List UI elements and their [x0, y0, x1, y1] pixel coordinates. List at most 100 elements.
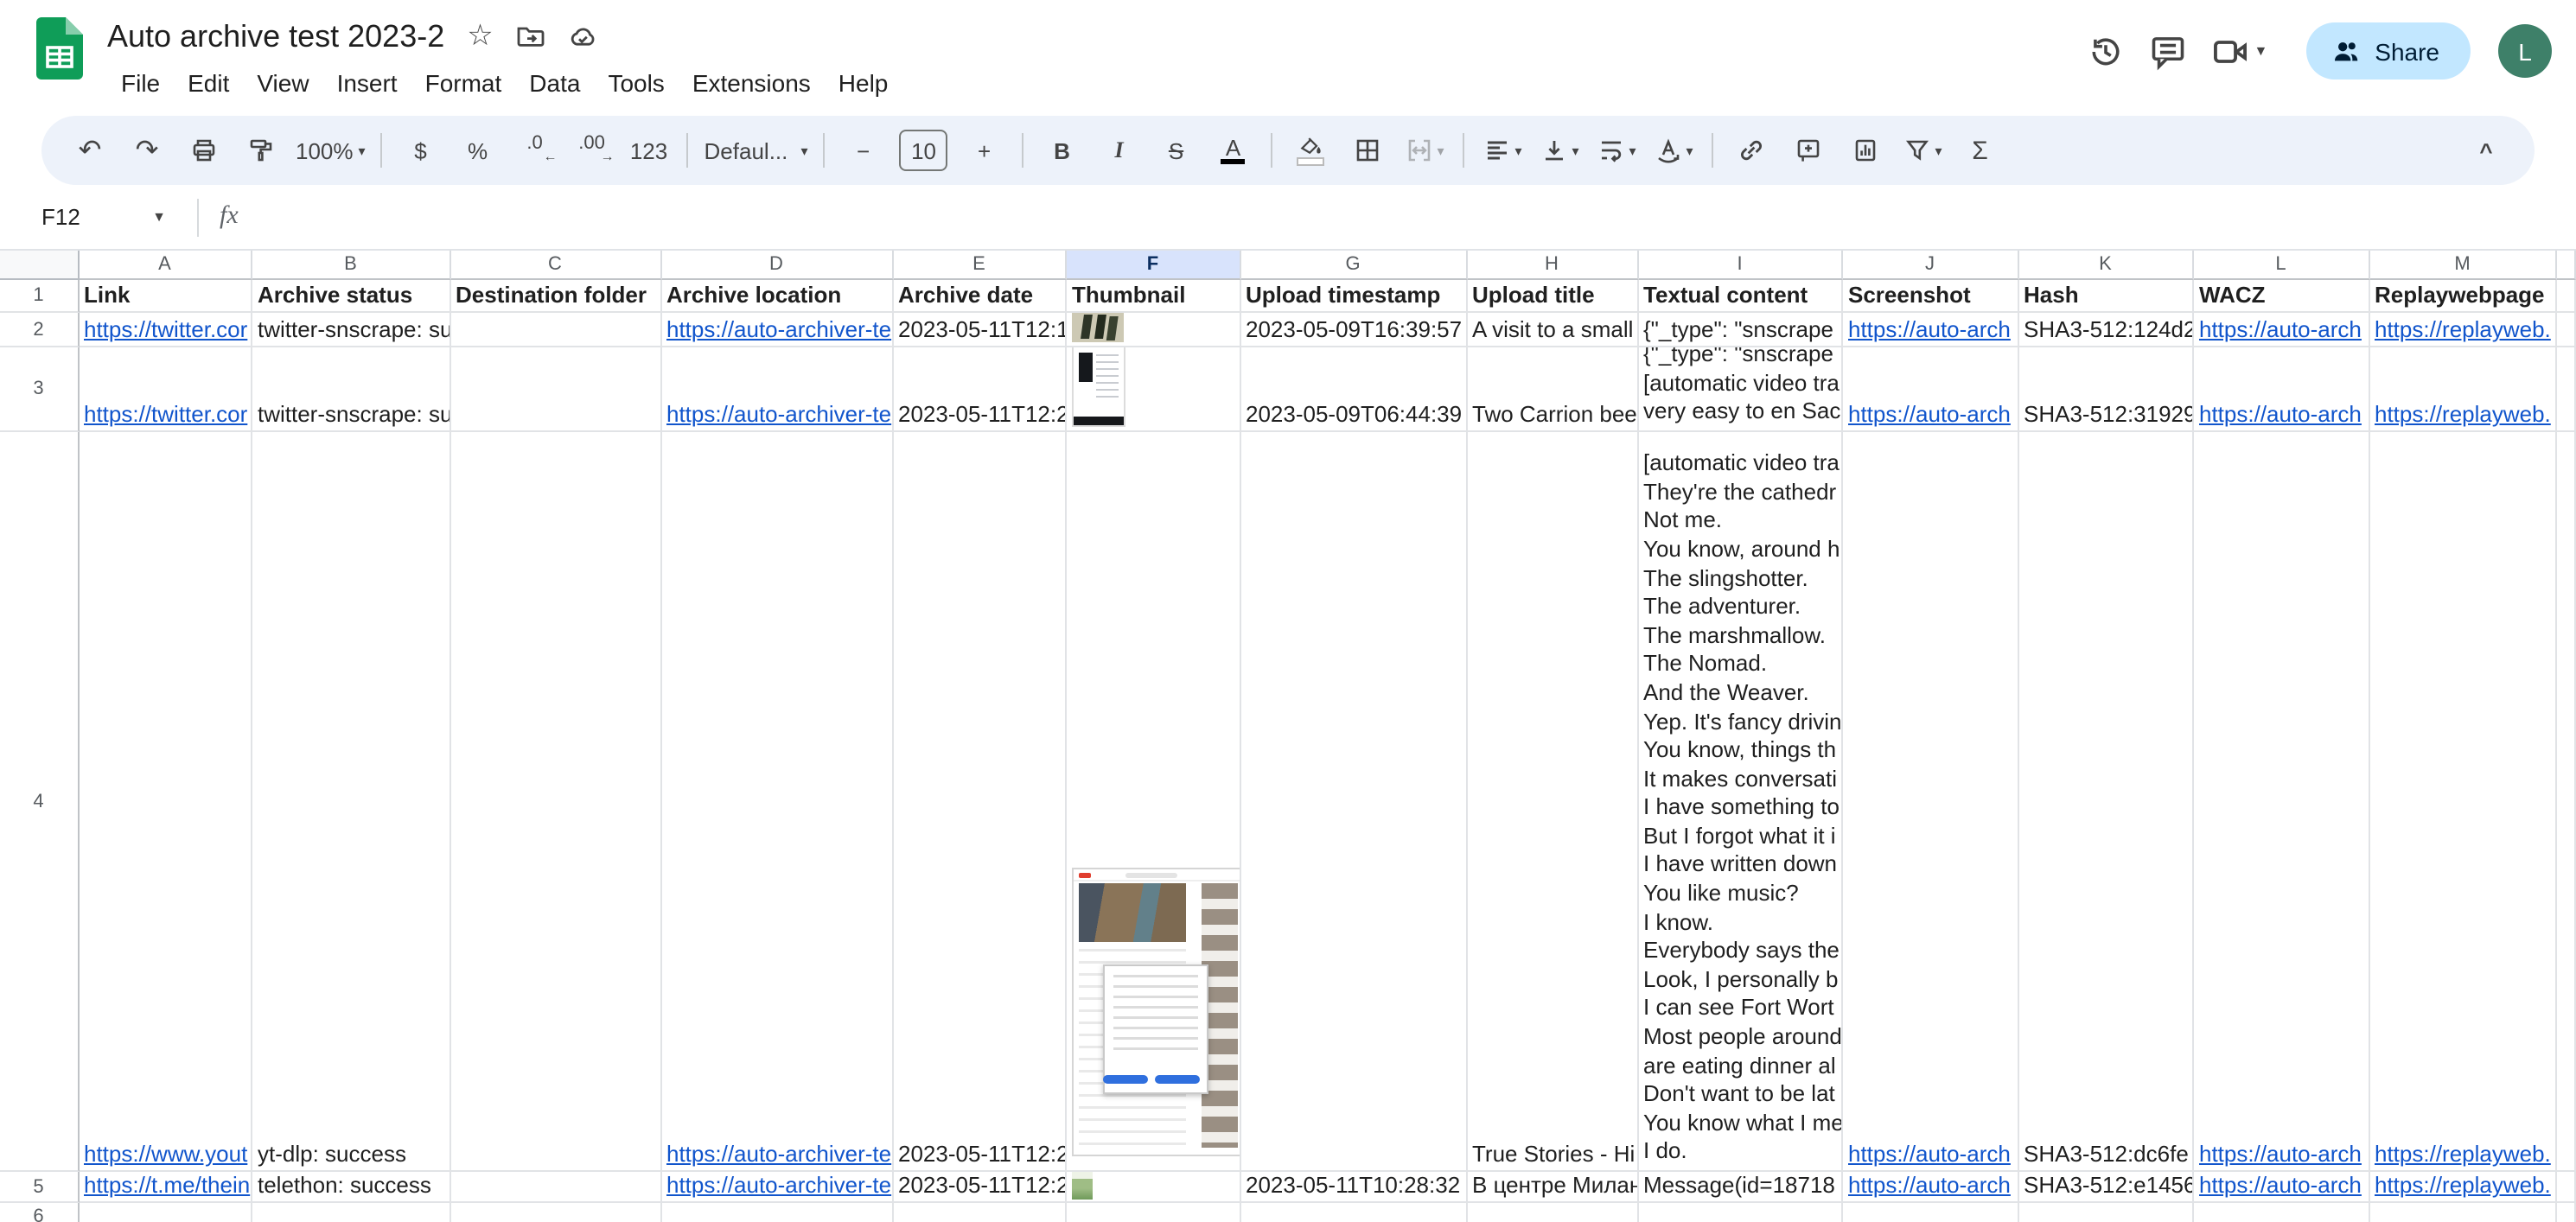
cell-link[interactable]: https://auto-arch: [2199, 1172, 2362, 1198]
cell-link[interactable]: https://auto-arch: [2199, 1141, 2362, 1167]
cell-F3[interactable]: [1067, 347, 1240, 432]
row-header-6[interactable]: 6: [0, 1203, 79, 1222]
cell-link[interactable]: https://auto-arch: [2199, 401, 2362, 427]
horizontal-align-button[interactable]: ▾: [1476, 126, 1531, 175]
increase-decimal-button[interactable]: .00 →: [564, 126, 620, 175]
cell-link[interactable]: https://www.yout: [84, 1141, 247, 1167]
cell-G1[interactable]: Upload timestamp: [1240, 280, 1467, 313]
cell-B5[interactable]: telethon: success: [252, 1172, 450, 1203]
fill-color-button[interactable]: [1284, 126, 1339, 175]
cell-M3[interactable]: https://replayweb.: [2369, 347, 2557, 432]
row-header-4[interactable]: 4: [0, 432, 79, 1172]
cell-partial-3[interactable]: [2557, 347, 2576, 432]
cell-D3[interactable]: https://auto-archiver-te: [661, 347, 893, 432]
column-header-E[interactable]: E: [893, 251, 1067, 280]
cell-link[interactable]: https://auto-arch: [1848, 1172, 2011, 1198]
account-avatar[interactable]: L: [2498, 24, 2552, 78]
cell-C5[interactable]: [450, 1172, 661, 1203]
print-icon[interactable]: [176, 126, 232, 175]
cell-B4[interactable]: yt-dlp: success: [252, 432, 450, 1172]
cell-A3[interactable]: https://twitter.cor: [79, 347, 252, 432]
cell-B1[interactable]: Archive status: [252, 280, 450, 313]
cell-L4[interactable]: https://auto-arch: [2194, 432, 2369, 1172]
cell-D5[interactable]: https://auto-archiver-te: [661, 1172, 893, 1203]
cell-I3[interactable]: {"_type": "snscrape [automatic video tra v…: [1638, 347, 1843, 432]
cell-D4[interactable]: https://auto-archiver-te: [661, 432, 893, 1172]
menu-help[interactable]: Help: [825, 66, 902, 100]
cell-H6[interactable]: [1467, 1203, 1638, 1222]
cell-I4[interactable]: [automatic video tra They're the cathedr N…: [1638, 432, 1843, 1172]
column-header-H[interactable]: H: [1467, 251, 1638, 280]
insert-comment-icon[interactable]: [1782, 126, 1837, 175]
share-button[interactable]: Share: [2305, 22, 2471, 80]
chevron-down-icon[interactable]: ▼: [2254, 43, 2267, 59]
hide-menus-icon[interactable]: ^: [2458, 126, 2514, 175]
cell-M5[interactable]: https://replayweb.: [2369, 1172, 2557, 1203]
cell-K6[interactable]: [2018, 1203, 2194, 1222]
cell-link[interactable]: https://twitter.cor: [84, 401, 247, 427]
cell-link[interactable]: https://twitter.cor: [84, 316, 247, 342]
cell-H4[interactable]: True Stories - Hi: [1467, 432, 1638, 1172]
menu-file[interactable]: File: [107, 66, 174, 100]
cell-partial-6[interactable]: [2557, 1203, 2576, 1222]
cell-I1[interactable]: Textual content: [1638, 280, 1843, 313]
sheets-logo-icon[interactable]: [36, 17, 83, 80]
cell-partial-4[interactable]: [2557, 432, 2576, 1172]
cell-G5[interactable]: 2023-05-11T10:28:32: [1240, 1172, 1467, 1203]
cell-K3[interactable]: SHA3-512:31929: [2018, 347, 2194, 432]
cell-E5[interactable]: 2023-05-11T12:2: [893, 1172, 1067, 1203]
cell-C2[interactable]: [450, 313, 661, 347]
cell-L5[interactable]: https://auto-arch: [2194, 1172, 2369, 1203]
cell-J5[interactable]: https://auto-arch: [1843, 1172, 2018, 1203]
paint-format-icon[interactable]: [233, 126, 289, 175]
decrease-decimal-button[interactable]: .0 ←: [507, 126, 563, 175]
cell-G3[interactable]: 2023-05-09T06:44:39: [1240, 347, 1467, 432]
cell-A2[interactable]: https://twitter.cor: [79, 313, 252, 347]
cell-partial-5[interactable]: [2557, 1172, 2576, 1203]
cloud-saved-icon[interactable]: [568, 22, 599, 50]
cell-J6[interactable]: [1843, 1203, 2018, 1222]
column-header-M[interactable]: M: [2369, 251, 2557, 280]
cell-link[interactable]: https://replayweb.: [2375, 1141, 2551, 1167]
format-currency-button[interactable]: $: [393, 126, 449, 175]
cell-I5[interactable]: Message(id=18718: [1638, 1172, 1843, 1203]
cell-G2[interactable]: 2023-05-09T16:39:57: [1240, 313, 1467, 347]
version-history-icon[interactable]: [2084, 30, 2126, 72]
cell-A4[interactable]: https://www.yout: [79, 432, 252, 1172]
cell-F5[interactable]: [1067, 1172, 1240, 1203]
cell-B3[interactable]: twitter-snscrape: success: [252, 347, 450, 432]
menu-extensions[interactable]: Extensions: [679, 66, 825, 100]
font-size-input[interactable]: 10: [899, 130, 948, 171]
document-title[interactable]: Auto archive test 2023-2: [107, 18, 444, 54]
cell-C1[interactable]: Destination folder: [450, 280, 661, 313]
row-header-2[interactable]: 2: [0, 313, 79, 347]
cell-link[interactable]: https://replayweb.: [2375, 401, 2551, 427]
formula-input[interactable]: [263, 185, 2576, 249]
cell-E3[interactable]: 2023-05-11T12:2: [893, 347, 1067, 432]
redo-icon[interactable]: ↷: [119, 126, 175, 175]
cell-A6[interactable]: [79, 1203, 252, 1222]
cell-E4[interactable]: 2023-05-11T12:2: [893, 432, 1067, 1172]
insert-link-icon[interactable]: [1725, 126, 1780, 175]
menu-data[interactable]: Data: [515, 66, 594, 100]
cell-M6[interactable]: [2369, 1203, 2557, 1222]
cell-C3[interactable]: [450, 347, 661, 432]
cell-link[interactable]: https://auto-arch: [1848, 401, 2011, 427]
increase-font-size-button[interactable]: +: [957, 126, 1012, 175]
undo-icon[interactable]: ↶: [62, 126, 118, 175]
cell-F2[interactable]: [1067, 313, 1240, 347]
cell-K2[interactable]: SHA3-512:124d2: [2018, 313, 2194, 347]
cell-E2[interactable]: 2023-05-11T12:1: [893, 313, 1067, 347]
number-format-button[interactable]: 123: [622, 126, 677, 175]
cell-J1[interactable]: Screenshot: [1843, 280, 2018, 313]
cell-L1[interactable]: WACZ: [2194, 280, 2369, 313]
column-header-F[interactable]: F: [1067, 251, 1240, 280]
row-header-3[interactable]: 3: [0, 347, 79, 432]
cell-G4[interactable]: [1240, 432, 1467, 1172]
cell-I2[interactable]: {"_type": "snscrape: [1638, 313, 1843, 347]
comments-icon[interactable]: [2146, 30, 2188, 72]
video-camera-icon[interactable]: [2209, 30, 2250, 72]
menu-format[interactable]: Format: [411, 66, 516, 100]
cell-B2[interactable]: twitter-snscrape: success: [252, 313, 450, 347]
menu-insert[interactable]: Insert: [323, 66, 411, 100]
